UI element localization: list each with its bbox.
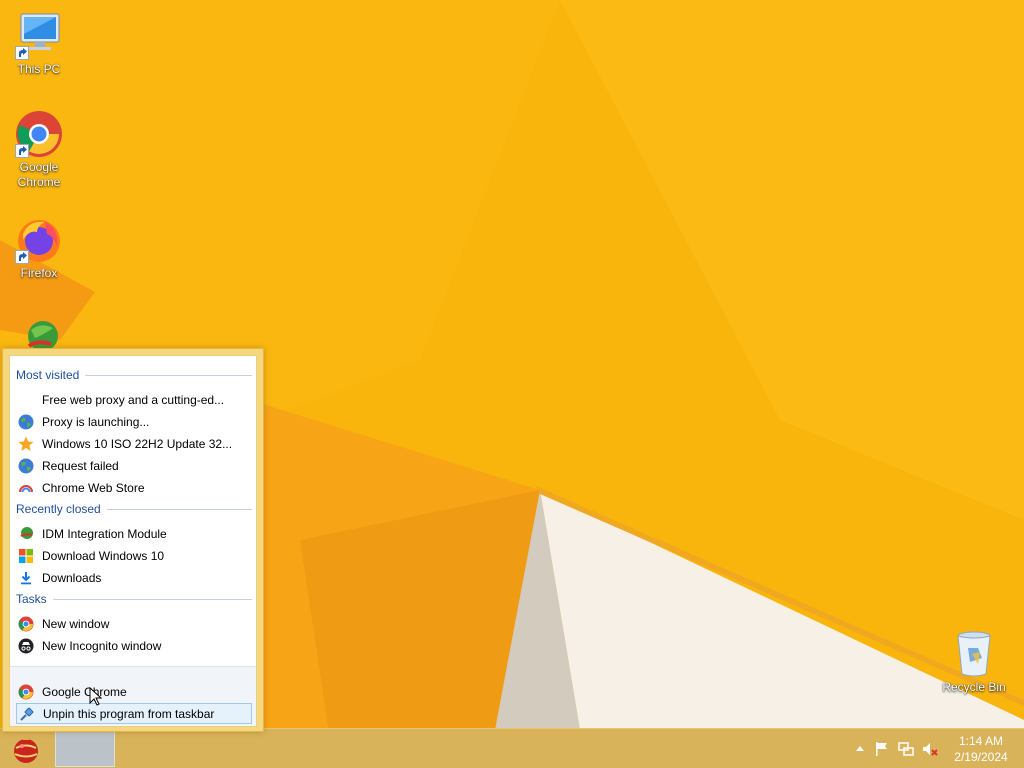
jump-item-open-google-chrome[interactable]: Google Chrome [16, 681, 252, 702]
jump-item-label: Free web proxy and a cutting-ed... [42, 392, 225, 407]
ornament-icon [14, 736, 38, 763]
jump-item-unpin-from-taskbar[interactable]: Unpin this program from taskbar [16, 703, 252, 724]
computer-icon [15, 12, 63, 60]
download-arrow-icon [18, 570, 34, 586]
jump-item-label: Download Windows 10 [42, 548, 165, 563]
taskbar-button-chrome[interactable] [55, 731, 115, 767]
desktop-icon-label: Firefox [20, 266, 58, 280]
shortcut-arrow-icon [15, 250, 29, 264]
chrome-icon [15, 110, 63, 158]
desktop-icon-label: Recycle Bin [942, 680, 1006, 694]
show-hidden-icons-chevron-up-icon[interactable] [852, 741, 868, 757]
section-divider [52, 598, 252, 600]
globe-icon [18, 458, 34, 474]
volume-muted-icon[interactable] [922, 741, 938, 757]
section-divider [106, 508, 252, 510]
network-icon[interactable] [898, 741, 914, 757]
jump-item-proxy-launching[interactable]: Proxy is launching... [16, 411, 252, 432]
jump-item-label: New Incognito window [42, 638, 162, 653]
jump-item-label: Windows 10 ISO 22H2 Update 32... [42, 436, 233, 451]
clock-date: 2/19/2024 [954, 750, 1008, 764]
shortcut-arrow-icon [15, 46, 29, 60]
jump-item-windows-iso[interactable]: Windows 10 ISO 22H2 Update 32... [16, 433, 252, 454]
section-header-tasks: Tasks [16, 590, 252, 608]
taskbar: 1:14 AM 2/19/2024 [0, 728, 1024, 768]
jump-item-chrome-web-store[interactable]: Chrome Web Store [16, 477, 252, 498]
star-icon [18, 436, 34, 452]
chrome-icon [18, 684, 34, 700]
shortcut-arrow-icon [15, 144, 29, 158]
taskbar-clock[interactable]: 1:14 AM 2/19/2024 [946, 733, 1016, 765]
windows-logo-icon [18, 548, 34, 564]
idm-icon [18, 526, 34, 542]
section-header-label: Most visited [16, 368, 80, 382]
blank-page-icon [18, 392, 34, 408]
jump-item-free-web-proxy[interactable]: Free web proxy and a cutting-ed... [16, 389, 252, 410]
clock-time: 1:14 AM [958, 734, 1004, 748]
jump-list-panel: Most visited Free web proxy and a cuttin… [9, 355, 257, 727]
desktop-icon-label: This PC [17, 62, 61, 76]
desktop-icon-this-pc[interactable]: This PC [1, 12, 77, 77]
mouse-cursor-icon [89, 687, 103, 706]
action-center-flag-icon[interactable] [874, 741, 890, 757]
chrome-icon [18, 616, 34, 632]
jump-item-downloads[interactable]: Downloads [16, 567, 252, 588]
jump-item-label: New window [42, 616, 110, 631]
section-divider [85, 374, 252, 376]
firefox-icon [15, 216, 63, 264]
jump-item-label: Chrome Web Store [42, 480, 145, 495]
start-button[interactable] [10, 733, 42, 765]
desktop-icon-recycle-bin[interactable]: Recycle Bin [936, 630, 1012, 695]
jump-item-idm-integration[interactable]: IDM Integration Module [16, 523, 252, 544]
jump-item-request-failed[interactable]: Request failed [16, 455, 252, 476]
section-header-label: Recently closed [16, 502, 101, 516]
jump-item-label: IDM Integration Module [42, 526, 167, 541]
jump-item-label: Downloads [42, 570, 102, 585]
unpin-icon [19, 706, 35, 722]
jump-item-new-window[interactable]: New window [16, 613, 252, 634]
jump-item-label: Google Chrome [42, 684, 127, 699]
section-header-most-visited: Most visited [16, 366, 252, 384]
jump-item-label: Unpin this program from taskbar [43, 706, 215, 721]
jump-item-new-incognito-window[interactable]: New Incognito window [16, 635, 252, 656]
jump-item-download-windows-10[interactable]: Download Windows 10 [16, 545, 252, 566]
recycle-bin-icon [950, 630, 998, 678]
desktop-icon-label: Google Chrome [17, 160, 61, 189]
desktop-icon-google-chrome[interactable]: Google Chrome [1, 110, 77, 190]
jump-item-label: Proxy is launching... [42, 414, 150, 429]
chrome-web-store-icon [18, 480, 34, 496]
incognito-icon [18, 638, 34, 654]
jump-item-label: Request failed [42, 458, 119, 473]
section-header-label: Tasks [16, 592, 47, 606]
section-header-recently-closed: Recently closed [16, 500, 252, 518]
chrome-jump-list: Most visited Free web proxy and a cuttin… [2, 348, 264, 732]
desktop-icon-firefox[interactable]: Firefox [1, 216, 77, 281]
globe-icon [18, 414, 34, 430]
